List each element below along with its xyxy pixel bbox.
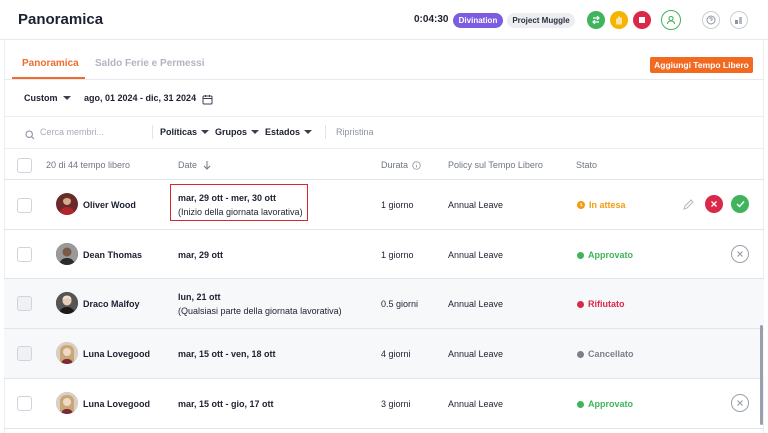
date-main: mar, 29 ott: [178, 250, 224, 260]
date-main: mar, 15 ott - gio, 17 ott: [178, 399, 274, 409]
groups-filter[interactable]: Grupos: [215, 127, 260, 137]
reject-icon[interactable]: [705, 195, 723, 213]
date-header-label: Date: [178, 160, 198, 170]
row-checkbox[interactable]: [17, 296, 32, 311]
highlight-box: [170, 184, 308, 221]
filter-divider: [152, 125, 153, 139]
policies-filter[interactable]: Políticas: [160, 127, 210, 137]
status-dot: [577, 400, 584, 408]
project-badge[interactable]: Project Muggle: [507, 13, 575, 28]
search-icon: [25, 127, 35, 145]
divider: [4, 148, 764, 149]
duration-cell: 1 giorno: [381, 250, 414, 260]
status-dot: [577, 300, 584, 308]
policy-cell: Annual Leave: [448, 250, 504, 260]
workspace-badge[interactable]: Divination: [453, 13, 503, 28]
status-dot: [577, 350, 584, 358]
duration-cell: 1 giorno: [381, 200, 414, 210]
avatar: [56, 193, 78, 215]
count-header: 20 di 44 tempo libero: [46, 160, 131, 170]
avatar: [56, 392, 78, 414]
row-checkbox[interactable]: [17, 346, 32, 361]
member-name[interactable]: Oliver Wood: [83, 200, 136, 210]
member-name[interactable]: Draco Malfoy: [83, 299, 140, 309]
status-badge: Approvato: [577, 250, 633, 260]
divider: [4, 116, 764, 117]
policies-filter-label: Políticas: [160, 127, 198, 137]
date-main: lun, 21 ott: [178, 292, 221, 302]
avatar: [56, 342, 78, 364]
status-dot: [577, 251, 584, 259]
status-text: Cancellato: [588, 349, 634, 359]
policy-cell: Annual Leave: [448, 399, 504, 409]
search-input[interactable]: [40, 124, 140, 140]
date-main: mar, 15 ott - ven, 18 ott: [178, 349, 276, 359]
policy-cell: Annual Leave: [448, 349, 504, 359]
tab-leave-balance[interactable]: Saldo Ferie e Permessi: [95, 58, 205, 69]
user-status-icon[interactable]: [661, 10, 681, 30]
clock-icon: [577, 201, 585, 209]
groups-filter-label: Grupos: [215, 127, 248, 137]
chevron-down-icon: [201, 130, 210, 134]
chevron-down-icon: [304, 130, 313, 134]
policy-header: Policy sul Tempo Libero: [448, 160, 543, 170]
tabs-divider: [4, 79, 764, 80]
states-filter-label: Estados: [265, 127, 301, 137]
row-checkbox[interactable]: [17, 198, 32, 213]
chevron-down-icon: [251, 130, 260, 134]
row-checkbox[interactable]: [17, 396, 32, 411]
filter-divider: [325, 125, 326, 139]
cancel-request-icon[interactable]: [731, 394, 749, 412]
duration-cell: 4 giorni: [381, 349, 411, 359]
help-icon[interactable]: [702, 11, 720, 29]
swap-icon[interactable]: [587, 11, 605, 29]
duration-header-label: Durata: [381, 160, 409, 170]
duration-cell: 0.5 giorni: [381, 299, 419, 309]
status-badge: Cancellato: [577, 349, 634, 359]
avatar: [56, 243, 78, 265]
policy-cell: Annual Leave: [448, 299, 504, 309]
date-header[interactable]: Date: [178, 160, 211, 170]
tab-overview[interactable]: Panoramica: [22, 58, 79, 69]
status-badge: Rifiutato: [577, 299, 625, 309]
date-sub: (Qualsiasi parte della giornata lavorati…: [178, 306, 342, 316]
status-text: Approvato: [588, 250, 633, 260]
approve-icon[interactable]: [731, 195, 749, 213]
avatar: [56, 292, 78, 314]
top-bar: Panoramica 0:04:30 Divination Project Mu…: [0, 0, 768, 40]
status-text: Approvato: [588, 399, 633, 409]
status-badge: In attesa: [577, 200, 626, 210]
status-badge: Approvato: [577, 399, 633, 409]
scrollbar[interactable]: [760, 325, 763, 425]
reset-filters-link[interactable]: Ripristina: [336, 127, 374, 137]
row-checkbox[interactable]: [17, 247, 32, 262]
chevron-down-icon: [62, 96, 71, 100]
status-text: In attesa: [589, 200, 626, 210]
timer-display: 0:04:30: [414, 14, 449, 25]
select-all-checkbox[interactable]: [17, 158, 32, 173]
member-name[interactable]: Dean Thomas: [83, 250, 142, 260]
edit-icon[interactable]: [679, 195, 697, 213]
stop-icon[interactable]: [633, 11, 651, 29]
range-select[interactable]: Custom: [24, 93, 71, 103]
calendar-icon[interactable]: [202, 92, 213, 110]
member-name[interactable]: Luna Lovegood: [83, 399, 150, 409]
duration-header: Durata: [381, 160, 421, 170]
states-filter[interactable]: Estados: [265, 127, 313, 137]
duration-cell: 3 giorni: [381, 399, 411, 409]
date-range-text: ago, 01 2024 - dic, 31 2024: [84, 93, 197, 103]
add-time-off-button[interactable]: Aggiungi Tempo Libero: [650, 57, 753, 73]
apps-icon[interactable]: [730, 11, 748, 29]
status-header: Stato: [576, 160, 598, 170]
range-select-label: Custom: [24, 93, 58, 103]
cancel-request-icon[interactable]: [731, 245, 749, 263]
info-icon[interactable]: [412, 160, 421, 170]
status-text: Rifiutato: [588, 299, 625, 309]
hand-icon[interactable]: [610, 11, 628, 29]
member-name[interactable]: Luna Lovegood: [83, 349, 150, 359]
page-title: Panoramica: [18, 11, 104, 28]
policy-cell: Annual Leave: [448, 200, 504, 210]
sort-arrow-icon: [203, 161, 211, 170]
